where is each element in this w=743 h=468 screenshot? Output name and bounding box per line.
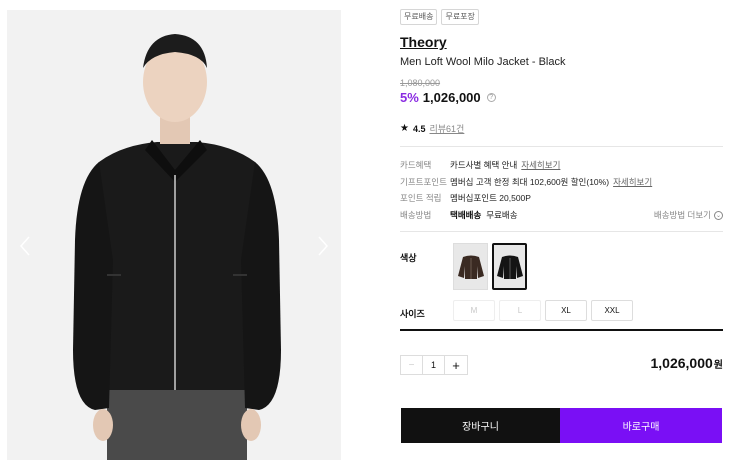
- total-price: 1,026,000 원: [651, 355, 724, 371]
- benefit-gift-row: 기프트포인트 멤버십 고객 한정 최대 102,600원 할인(10%) 자세히…: [400, 176, 723, 188]
- benefit-points-label: 포인트 적립: [400, 193, 442, 203]
- price-info-icon[interactable]: ?: [486, 93, 496, 102]
- total-price-value: 1,026,000: [650, 355, 713, 371]
- product-name: Men Loft Wool Milo Jacket - Black: [400, 56, 566, 68]
- shipping-more-label: 배송방법 더보기: [653, 210, 711, 220]
- color-option-label: 색상: [400, 253, 417, 263]
- benefit-points-value: 멤버십포인트 20,500P: [450, 193, 531, 203]
- quantity-increase-button[interactable]: +: [445, 356, 467, 374]
- badge-free-shipping: 무료배송: [400, 9, 438, 25]
- quantity-stepper: − 1 +: [400, 355, 468, 375]
- product-info-panel: 무료배송 무료포장 Theory Men Loft Wool Milo Jack…: [400, 9, 723, 443]
- benefit-gift-detail-link[interactable]: 자세히보기: [613, 176, 652, 188]
- shipping-fee: 무료배송: [486, 210, 518, 220]
- rating-row: ★ 4.5 리뷰61건: [400, 122, 464, 135]
- gallery-prev-button[interactable]: [15, 228, 35, 264]
- jacket-thumbnail-brown: [457, 255, 484, 279]
- sale-price: 1,026,000: [422, 90, 481, 105]
- brand-link[interactable]: Theory: [400, 34, 447, 50]
- benefit-gift-value: 멤버십 고객 한정 최대 102,600원 할인(10%): [450, 177, 610, 187]
- review-count-link[interactable]: 리뷰61건: [429, 122, 464, 135]
- gallery-next-button[interactable]: [313, 228, 333, 264]
- benefit-card-detail-link[interactable]: 자세히보기: [521, 159, 560, 171]
- color-swatch-black[interactable]: [492, 243, 527, 290]
- currency-unit: 원: [713, 360, 723, 371]
- benefit-points-row: 포인트 적립 멤버십포인트 20,500P: [400, 192, 723, 204]
- benefit-shipping-label: 배송방법: [400, 210, 432, 220]
- size-button-m[interactable]: M: [453, 300, 495, 321]
- divider: [400, 231, 723, 232]
- badge-list: 무료배송 무료포장: [400, 9, 723, 25]
- chevron-left-icon: [19, 236, 30, 256]
- product-photo: [7, 10, 341, 460]
- size-button-xxl[interactable]: XXL: [591, 300, 633, 321]
- jacket-thumbnail-black: [496, 255, 523, 279]
- benefit-card-row: 카드혜택 카드사별 혜택 안내 자세히보기: [400, 159, 723, 171]
- chevron-right-icon: [318, 236, 329, 256]
- benefit-card-label: 카드혜택: [400, 160, 432, 170]
- rating-value: 4.5: [412, 123, 426, 134]
- product-image-gallery[interactable]: [7, 10, 341, 460]
- discount-rate: 5%: [400, 90, 419, 105]
- size-button-xl[interactable]: XL: [545, 300, 587, 321]
- quantity-decrease-button[interactable]: −: [401, 356, 423, 374]
- benefit-shipping-row: 배송방법 택배배송 무료배송 배송방법 더보기 ⌄: [400, 209, 723, 221]
- add-to-cart-button[interactable]: 장바구니: [401, 408, 560, 443]
- divider-strong: [400, 329, 723, 331]
- shipping-method: 택배배송: [450, 210, 482, 220]
- divider: [400, 146, 723, 147]
- star-icon: ★: [400, 123, 409, 134]
- chevron-down-circle-icon: ⌄: [714, 210, 723, 220]
- original-price: 1,080,000: [400, 78, 441, 88]
- buy-now-button[interactable]: 바로구매: [560, 408, 722, 443]
- benefit-gift-label: 기프트포인트: [400, 177, 447, 187]
- badge-free-wrapping: 무료포장: [441, 9, 479, 25]
- size-button-l[interactable]: L: [499, 300, 541, 321]
- benefit-card-value: 카드사별 혜택 안내: [450, 160, 518, 170]
- quantity-value[interactable]: 1: [423, 356, 445, 374]
- size-option-label: 사이즈: [400, 309, 425, 319]
- color-swatch-brown[interactable]: [453, 243, 488, 290]
- shipping-more-link[interactable]: 배송방법 더보기 ⌄: [654, 209, 723, 221]
- price-row: 5% 1,026,000 ?: [400, 90, 723, 105]
